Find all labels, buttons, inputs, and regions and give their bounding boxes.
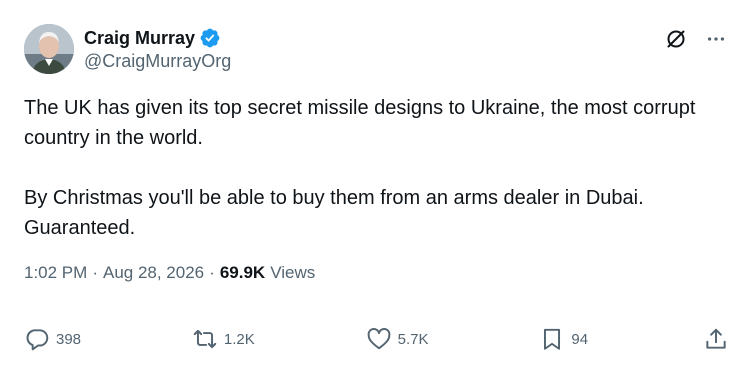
tweet-text: The UK has given its top secret missile … <box>24 93 723 243</box>
avatar[interactable] <box>24 24 74 74</box>
tweet-header: Craig Murray @CraigMurrayOrg <box>24 24 729 76</box>
reply-icon <box>26 329 49 351</box>
views-label[interactable]: Views <box>270 263 315 283</box>
tweet-time[interactable]: 1:02 PM <box>24 263 87 283</box>
like-button[interactable]: 5.7K <box>366 326 429 352</box>
bookmark-button[interactable]: 94 <box>539 326 588 352</box>
tweet-date[interactable]: Aug 28, 2026 <box>103 263 204 283</box>
tweet-card: Craig Murray @CraigMurrayOrg The UK has … <box>0 0 753 369</box>
tweet-meta: 1:02 PM · Aug 28, 2026 · 69.9K Views <box>24 263 315 283</box>
author-names: Craig Murray @CraigMurrayOrg <box>84 26 231 72</box>
reply-button[interactable]: 398 <box>24 326 81 352</box>
views-count[interactable]: 69.9K <box>220 263 265 283</box>
share-icon <box>706 328 726 349</box>
name-row: Craig Murray <box>84 26 231 50</box>
avatar-image <box>24 24 74 74</box>
bookmark-icon <box>544 328 561 350</box>
header-actions <box>663 26 729 52</box>
repost-icon <box>193 329 217 349</box>
tweet-paragraph-1: The UK has given its top secret missile … <box>24 97 696 149</box>
repost-count: 1.2K <box>223 330 255 348</box>
repost-button[interactable]: 1.2K <box>192 326 255 352</box>
meta-separator: · <box>92 263 98 282</box>
author-display-name[interactable]: Craig Murray <box>84 28 195 49</box>
like-count: 5.7K <box>397 330 429 348</box>
action-bar: 398 1.2K 5.7K 94 <box>24 324 729 354</box>
meta-separator: · <box>209 263 215 282</box>
author-handle[interactable]: @CraigMurrayOrg <box>84 51 231 72</box>
more-icon[interactable] <box>703 26 729 52</box>
reply-count: 398 <box>56 330 82 348</box>
share-button[interactable] <box>699 326 729 352</box>
verified-badge-icon[interactable] <box>199 27 221 49</box>
tweet-paragraph-2: By Christmas you'll be able to buy them … <box>24 187 644 239</box>
bookmark-count: 94 <box>571 330 589 348</box>
heart-icon <box>367 328 390 350</box>
grok-icon[interactable] <box>663 26 689 52</box>
